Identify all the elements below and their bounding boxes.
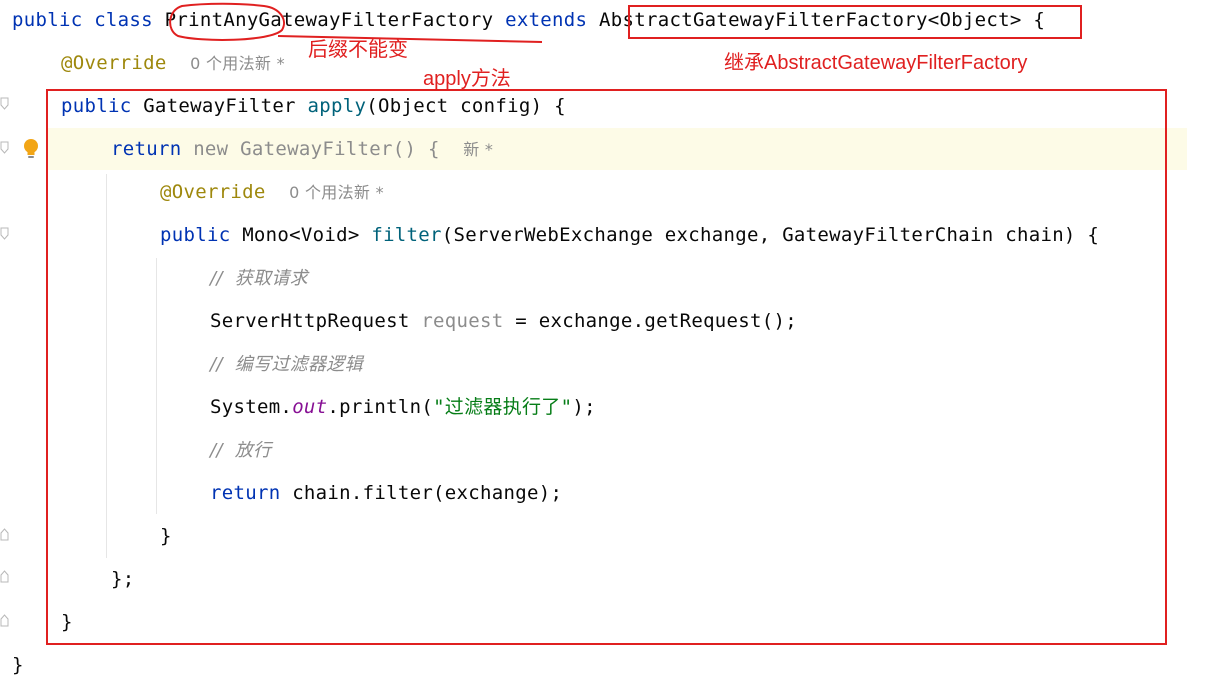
- fold-marker-icon[interactable]: [0, 570, 9, 583]
- code-line-override-1[interactable]: @Override 0 个用法新 *: [61, 50, 285, 76]
- fold-marker-icon[interactable]: [0, 141, 9, 154]
- brace: }: [12, 654, 24, 676]
- new-mark-hint[interactable]: 新 *: [255, 54, 285, 73]
- apply-method-highlight-box: [46, 89, 1167, 645]
- lightbulb-icon[interactable]: [20, 137, 42, 161]
- apply-note-label: apply方法: [423, 68, 511, 90]
- extends-note-label: 继承AbstractGatewayFilterFactory: [724, 52, 1028, 74]
- suffix-note-label: 后缀不能变: [308, 39, 408, 61]
- parent-class-highlight-box: [628, 5, 1082, 39]
- annotation: @Override: [61, 52, 167, 74]
- usages-hint[interactable]: 0 个用法: [190, 54, 255, 73]
- editor-gutter: [0, 0, 12, 680]
- fold-marker-icon[interactable]: [0, 528, 9, 541]
- fold-marker-icon[interactable]: [0, 227, 9, 240]
- fold-marker-icon[interactable]: [0, 614, 9, 627]
- fold-marker-icon[interactable]: [0, 97, 9, 110]
- keyword: class: [94, 9, 153, 31]
- code-line-close-class[interactable]: }: [12, 652, 24, 678]
- keyword: public: [12, 9, 83, 31]
